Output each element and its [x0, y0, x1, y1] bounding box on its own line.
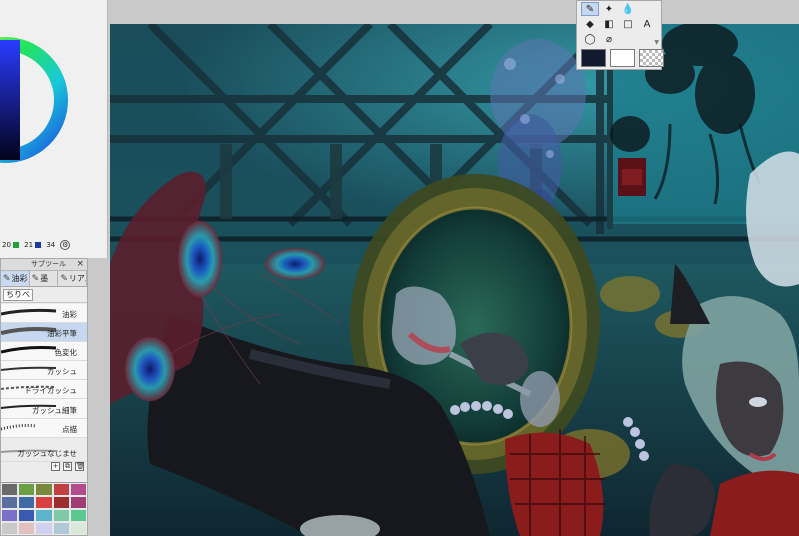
color-swatch[interactable] [69, 496, 87, 509]
brush-icon: ✎ [60, 273, 68, 284]
color-swatch[interactable] [18, 522, 36, 535]
tab-label: リアル [68, 274, 86, 283]
color-set-swatches [1, 482, 87, 536]
shape-icon[interactable]: □ [619, 17, 637, 31]
color-swatch[interactable] [1, 522, 19, 535]
brush-label: ガッシュ [47, 367, 77, 377]
subtool-tabs: ✎ 油彩 ✎ 墨 ✎ リアル [1, 271, 88, 287]
brush-item-gouache[interactable]: ガッシュ [1, 361, 87, 381]
color-swatch[interactable] [18, 483, 36, 496]
brush-label: 色変化 [54, 348, 78, 358]
tab-label: 油彩 [11, 274, 28, 283]
sparkle-tool-icon[interactable]: ✦ [600, 2, 618, 16]
delete-brush-icon[interactable]: 🗑 [75, 462, 85, 471]
green-swatch [13, 242, 20, 248]
brush-label: 点描 [62, 424, 77, 434]
lasso-icon[interactable]: ◯ [581, 32, 599, 46]
color-history-20[interactable]: 20 [2, 241, 21, 249]
brush-icon: ✎ [31, 273, 40, 284]
drawing-canvas[interactable] [110, 24, 799, 536]
close-icon[interactable]: × [76, 259, 84, 270]
water-drop-icon[interactable]: 💧 [619, 2, 637, 16]
brush-actions: + ⧉ 🗑 [1, 462, 87, 474]
copy-brush-icon[interactable]: ⧉ [63, 462, 72, 471]
color-swatch[interactable] [18, 509, 36, 522]
subtool-titlebar[interactable]: サブツール × [1, 259, 87, 271]
color-swatch[interactable] [18, 496, 36, 509]
color-swatch[interactable] [35, 483, 53, 496]
text-icon[interactable]: A [638, 17, 656, 31]
tab-ink[interactable]: ✎ 墨 [30, 271, 59, 286]
gradient-icon[interactable]: ◧ [600, 17, 618, 31]
gear-icon[interactable]: ⚙ [60, 240, 71, 250]
brush-icon: ✎ [3, 273, 11, 284]
brush-item-dry-gouache[interactable]: ドライガッシュ [1, 380, 87, 400]
brush-label: ガッシュなじませ [17, 449, 77, 459]
brush-item-color-change[interactable]: 色変化 [1, 342, 87, 362]
color-swatch[interactable] [69, 509, 87, 522]
subtool-group-button[interactable]: ちりべ [3, 288, 33, 301]
color-swatch[interactable] [35, 509, 53, 522]
blank [638, 2, 656, 16]
color-history-34[interactable]: 34 [46, 241, 55, 249]
subtool-title: サブツール [31, 260, 66, 268]
brush-label: 油彩 [62, 310, 77, 320]
brush-stroke-preview [1, 423, 37, 431]
color-swatch[interactable] [1, 509, 19, 522]
color-swatch[interactable] [52, 522, 70, 535]
sub-color-chip[interactable] [610, 49, 635, 67]
main-color-chip[interactable] [581, 49, 606, 67]
color-history-21[interactable]: 21 [24, 241, 43, 249]
blue-swatch [35, 242, 42, 248]
tab-real[interactable]: ✎ リアル [58, 271, 88, 286]
subtool-panel: サブツール × ✎ 油彩 ✎ 墨 ✎ リアル ちりべ 油彩 油彩平筆 色変化 [0, 258, 88, 536]
brush-stroke-preview [1, 346, 57, 354]
color-wheel-panel: 20 21 34 ⚙ [0, 0, 108, 258]
color-swatch[interactable] [52, 496, 70, 509]
color-swatch[interactable] [35, 496, 53, 509]
subtool-group-row: ちりべ [1, 287, 87, 303]
brush-item-oil-flat[interactable]: 油彩平筆 [1, 323, 87, 343]
color-swatch[interactable] [69, 522, 87, 535]
brush-item-gouache-blend[interactable]: ガッシュなじませ [1, 443, 87, 463]
fill-bucket-icon[interactable]: ◆ [581, 17, 599, 31]
tab-label: 墨 [40, 274, 49, 283]
color-swatch[interactable] [52, 483, 70, 496]
color-chips [581, 49, 664, 67]
color-swatch[interactable] [52, 509, 70, 522]
color-history-row[interactable]: 20 21 34 ⚙ [2, 240, 71, 250]
tool-grid: ✎ ✦ 💧 ◆ ◧ □ A ◯ ⌀ [577, 1, 661, 47]
tool-palette: ✎ ✦ 💧 ◆ ◧ □ A ◯ ⌀ ▼ [576, 0, 664, 70]
scroll-down-icon[interactable]: ▼ [654, 39, 659, 46]
transparent-color-chip[interactable] [639, 49, 664, 67]
color-swatch[interactable] [1, 483, 19, 496]
color-wheel[interactable] [0, 0, 108, 240]
brush-list: 油彩 油彩平筆 色変化 ガッシュ ドライガッシュ ガッシュ細筆 点描 [1, 304, 87, 438]
eyedropper-icon[interactable]: ⌀ [600, 32, 618, 46]
brush-label: ドライガッシュ [24, 386, 78, 396]
brush-label: 油彩平筆 [47, 329, 77, 339]
color-swatch[interactable] [35, 522, 53, 535]
brush-stroke-preview [1, 308, 57, 316]
brush-item-oil[interactable]: 油彩 [1, 304, 87, 324]
brush-item-pointillism[interactable]: 点描 [1, 419, 87, 438]
brush-tool-icon[interactable]: ✎ [581, 2, 599, 16]
color-swatch[interactable] [69, 483, 87, 496]
color-swatch[interactable] [1, 496, 19, 509]
brush-label: ガッシュ細筆 [32, 405, 77, 415]
tab-oil[interactable]: ✎ 油彩 [1, 271, 30, 286]
canvas-artwork [110, 24, 799, 536]
brush-item-gouache-fine[interactable]: ガッシュ細筆 [1, 399, 87, 419]
add-brush-icon[interactable]: + [51, 462, 60, 471]
